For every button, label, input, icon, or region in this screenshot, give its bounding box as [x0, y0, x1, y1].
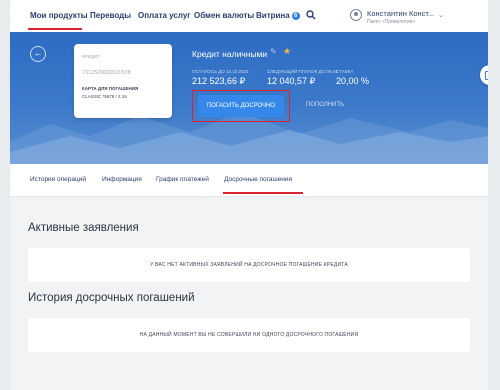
- tab-payment-schedule[interactable]: График платежей: [156, 176, 209, 183]
- edit-icon[interactable]: ✎: [270, 47, 277, 56]
- chevron-down-icon[interactable]: ⌄: [438, 11, 444, 19]
- nav-showcase-label: Витрина: [256, 11, 290, 20]
- loan-title: Кредит наличными: [192, 49, 268, 59]
- remaining-value: 212 523,66 ₽: [192, 76, 246, 86]
- nav-payments[interactable]: Оплата услуг: [138, 11, 191, 20]
- rate-label: СТАВКА: [336, 69, 354, 74]
- repayment-card[interactable]: КРЕДИТ 7312520000011578 КАРТА ДЛЯ ПОГАШЕ…: [74, 44, 172, 118]
- nav-my-products[interactable]: Мои продукты: [30, 11, 88, 20]
- card-number: 7312520000011578: [82, 70, 131, 76]
- tab-early-repayments[interactable]: Досрочные погашения: [224, 176, 292, 183]
- top-navigation: Мои продукты Переводы Оплата услуг Обмен…: [10, 0, 488, 33]
- history-panel: НА ДАННЫЙ МОМЕНТ ВЫ НЕ СОВЕРШИЛИ НИ ОДНО…: [28, 318, 470, 352]
- showcase-badge: 6: [291, 11, 300, 20]
- next-payment-value: 12 040,57 ₽: [267, 76, 316, 86]
- next-payment-label: СЛЕДУЮЩИЙ ПЛАТЕЖ ДО 05.04: [267, 69, 338, 74]
- active-requests-panel: У ВАС НЕТ АКТИВНЫХ ЗАЯВЛЕНИЙ НА ДОСРОЧНО…: [28, 248, 470, 282]
- card-account: CLASSIC *5678 / 2.19: [82, 94, 127, 99]
- user-package: Пакет «Привилегия»: [367, 19, 416, 25]
- side-widget-icon[interactable]: [480, 65, 488, 85]
- active-requests-empty: У ВАС НЕТ АКТИВНЫХ ЗАЯВЛЕНИЙ НА ДОСРОЧНО…: [150, 262, 348, 268]
- tab-active-indicator: [223, 192, 303, 194]
- active-requests-title: Активные заявления: [28, 222, 139, 234]
- topup-button[interactable]: ПОПОЛНИТЬ: [306, 102, 344, 108]
- search-icon[interactable]: [306, 10, 316, 20]
- user-name[interactable]: Константин Конст...: [367, 9, 434, 18]
- user-avatar-icon[interactable]: [350, 9, 362, 21]
- tab-bar: История операций Информация График плате…: [10, 164, 488, 197]
- nav-showcase[interactable]: Витрина 6: [256, 11, 300, 20]
- tab-operations-history[interactable]: История операций: [30, 176, 86, 183]
- loan-header: ← КРЕДИТ 7312520000011578 КАРТА ДЛЯ ПОГА…: [10, 32, 488, 164]
- rate-value: 20,00 %: [336, 76, 370, 86]
- nav-transfers[interactable]: Переводы: [90, 11, 131, 20]
- history-title: История досрочных погашений: [28, 292, 195, 304]
- nav-currency-exchange[interactable]: Обмен валюты: [194, 11, 254, 20]
- tab-information[interactable]: Информация: [102, 176, 142, 183]
- early-repayment-button[interactable]: ПОГАСИТЬ ДОСРОЧНО: [198, 95, 284, 117]
- history-empty: НА ДАННЫЙ МОМЕНТ ВЫ НЕ СОВЕРШИЛИ НИ ОДНО…: [139, 332, 359, 338]
- card-label: КАРТА ДЛЯ ПОГАШЕНИЯ: [82, 86, 139, 91]
- card-type: КРЕДИТ: [82, 54, 100, 59]
- star-icon[interactable]: ★: [283, 46, 291, 57]
- nav-active-indicator: [28, 28, 82, 30]
- back-arrow-icon[interactable]: ←: [30, 46, 46, 62]
- app-window: Мои продукты Переводы Оплата услуг Обмен…: [10, 0, 488, 390]
- remaining-label: ОСТАЛОСЬ ДО 10.10.2025: [192, 69, 249, 74]
